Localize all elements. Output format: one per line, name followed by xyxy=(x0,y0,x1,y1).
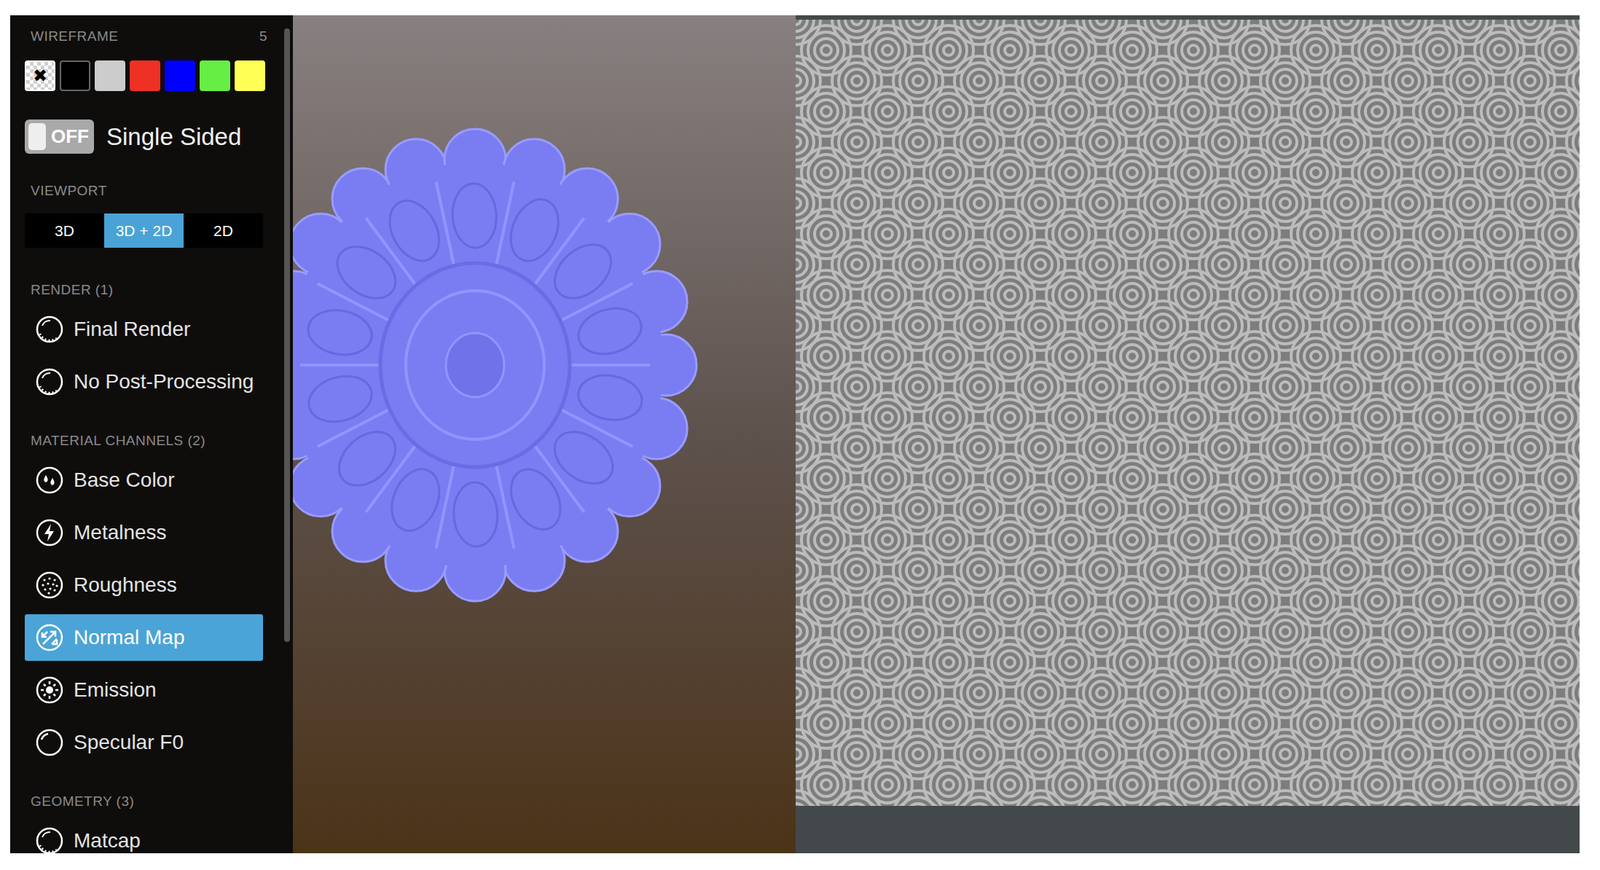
normal-map-texture xyxy=(795,19,1580,806)
channel-item[interactable]: Specular F0 xyxy=(24,719,264,766)
viewport-switch: 3D3D + 2D2D xyxy=(24,213,264,248)
channel-item[interactable]: Metalness xyxy=(24,509,264,556)
wireframe-swatch[interactable] xyxy=(199,60,231,92)
section-label: VIEWPORT xyxy=(30,180,108,202)
channel-item[interactable]: Matcap xyxy=(24,817,264,854)
ring-icon xyxy=(34,727,65,758)
single-sided-label: Single Sided xyxy=(106,118,242,156)
viewport-2d[interactable] xyxy=(795,15,1580,854)
wireframe-swatch[interactable] xyxy=(234,60,266,92)
channel-item[interactable]: Final Render xyxy=(24,306,264,353)
section-label: GEOMETRY (3) xyxy=(24,793,274,810)
channel-label: Matcap xyxy=(73,825,141,854)
sidebar: WIREFRAME 5 ✖ OFF Single Sided VIEWPORT … xyxy=(10,15,293,854)
channel-label: Final Render xyxy=(73,314,191,345)
channel-label: Normal Map xyxy=(73,622,185,653)
section-label: WIREFRAME xyxy=(30,26,119,48)
channel-label: Metalness xyxy=(73,517,167,548)
wireframe-count: 5 xyxy=(259,26,268,48)
channel-item[interactable]: Base Color xyxy=(24,456,264,504)
viewport-3d[interactable] xyxy=(292,15,796,854)
wireframe-swatch[interactable] xyxy=(94,60,126,92)
arrows-icon xyxy=(34,622,65,653)
wireframe-swatch[interactable] xyxy=(129,60,161,92)
viewport-option[interactable]: 3D + 2D xyxy=(104,213,184,248)
channel-label: Emission xyxy=(73,674,157,706)
sphere-icon xyxy=(34,314,65,345)
channel-label: Roughness xyxy=(73,569,178,601)
sun-icon xyxy=(34,674,65,706)
sphere-icon xyxy=(34,825,65,854)
channel-list: Base Color Metalness Roughness Normal Map Em… xyxy=(24,456,274,766)
channel-label: Specular F0 xyxy=(73,727,184,758)
channel-label: Base Color xyxy=(73,464,175,496)
wireframe-swatch[interactable] xyxy=(164,60,196,92)
channel-item[interactable]: Normal Map xyxy=(24,614,264,661)
single-sided-toggle[interactable]: OFF xyxy=(24,119,94,154)
wireframe-swatch[interactable]: ✖ xyxy=(24,60,56,92)
channel-label: No Post-Processing xyxy=(73,366,254,398)
channel-list: Final Render No Post-Processing xyxy=(24,306,274,406)
drops-icon xyxy=(34,464,65,496)
section-label: RENDER (1) xyxy=(24,281,274,298)
channel-item[interactable]: Emission xyxy=(24,666,264,714)
none-glyph: ✖ xyxy=(32,67,48,85)
sphere-icon xyxy=(34,366,65,398)
wireframe-swatch[interactable] xyxy=(59,60,91,92)
dots-icon xyxy=(34,569,65,601)
model-render xyxy=(292,15,796,854)
bolt-icon xyxy=(34,517,65,548)
toggle-label: OFF xyxy=(51,122,89,151)
viewport-option[interactable]: 3D xyxy=(24,213,105,248)
section-label: MATERIAL CHANNELS (2) xyxy=(24,432,274,449)
channel-item[interactable]: Roughness xyxy=(24,561,264,609)
viewport-option[interactable]: 2D xyxy=(183,213,264,248)
channel-list: Matcap xyxy=(24,817,274,854)
scrollbar[interactable] xyxy=(284,28,290,642)
channel-item[interactable]: No Post-Processing xyxy=(24,358,264,406)
